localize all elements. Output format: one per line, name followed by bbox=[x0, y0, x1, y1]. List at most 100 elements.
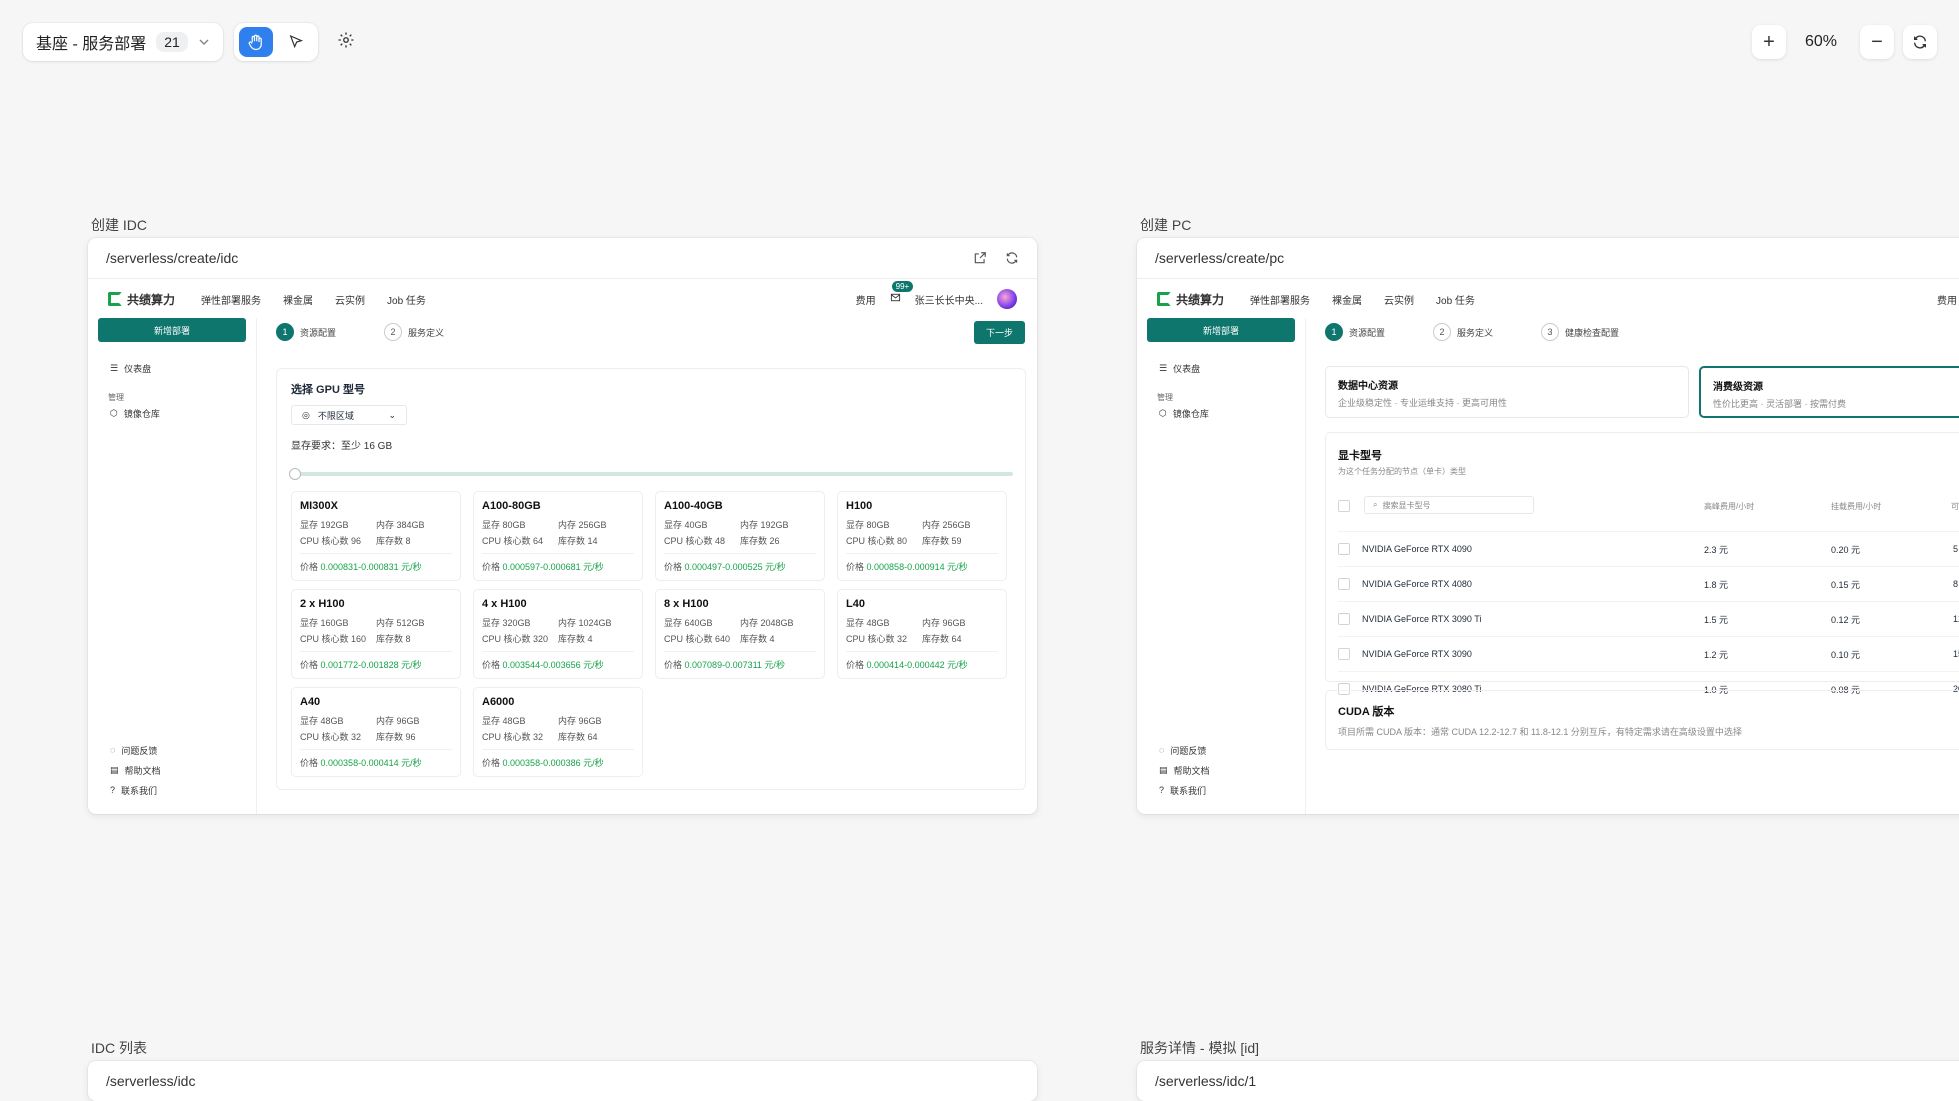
nav-elastic[interactable]: 弹性部署服务 bbox=[1250, 292, 1310, 307]
gpu-cpu: CPU 核心数 32 bbox=[482, 732, 544, 742]
new-deploy-button[interactable]: 新增部署 bbox=[1147, 318, 1295, 342]
table-row[interactable]: NVIDIA GeForce RTX 3090 Ti 1.5 元 0.12 元 12 bbox=[1338, 601, 1959, 636]
table-row[interactable]: NVIDIA GeForce RTX 4090 2.3 元 0.20 元 5 bbox=[1338, 531, 1959, 566]
brand-logo[interactable]: 共绩算力 bbox=[108, 291, 175, 308]
resource-option-datacenter[interactable]: 数据中心资源 企业级稳定性 · 专业运维支持 · 更高可用性 bbox=[1325, 366, 1689, 418]
gpu-card[interactable]: 4 x H100 显存 320GB 内存 1024GB CPU 核心数 320 库存… bbox=[473, 589, 643, 679]
slider-handle[interactable] bbox=[289, 468, 301, 480]
sidebar-item-contact[interactable]: ? 联系我们 bbox=[88, 780, 256, 800]
gpu-card[interactable]: H100 显存 80GB 内存 256GB CPU 核心数 80 库存数 59 价格… bbox=[837, 491, 1007, 581]
frame-label-pc: 创建 PC bbox=[1140, 217, 1192, 233]
step-2[interactable]: 2 服务定义 bbox=[1433, 323, 1493, 341]
memory-requirement: 显存要求：至少 16 GB bbox=[291, 441, 393, 452]
price-label: 价格 bbox=[664, 562, 683, 572]
nav-baremetal[interactable]: 裸金属 bbox=[283, 292, 313, 307]
user-name[interactable]: 张三长长中央... bbox=[915, 292, 983, 307]
nav-baremetal[interactable]: 裸金属 bbox=[1332, 292, 1362, 307]
memory-slider[interactable] bbox=[289, 468, 1013, 480]
gpu-table: NVIDIA GeForce RTX 4090 2.3 元 0.20 元 5 NVID… bbox=[1338, 531, 1959, 706]
row-checkbox[interactable] bbox=[1338, 543, 1350, 555]
gpu-ram: 内存 256GB bbox=[922, 520, 971, 530]
step-3[interactable]: 3 健康检查配置 bbox=[1541, 323, 1619, 341]
row-checkbox[interactable] bbox=[1338, 648, 1350, 660]
zoom-in-button[interactable]: + bbox=[1752, 25, 1786, 59]
fee-link[interactable]: 费用 bbox=[856, 292, 876, 307]
select-all-checkbox[interactable] bbox=[1338, 500, 1350, 512]
stepper: 1 资源配置 2 服务定义 3 健康检查配置 bbox=[1325, 320, 1959, 344]
step-1[interactable]: 1 资源配置 bbox=[276, 323, 336, 341]
external-link-icon[interactable] bbox=[973, 251, 987, 265]
notification-badge: 99+ bbox=[891, 281, 914, 292]
sidebar-item-contact[interactable]: ? 联系我们 bbox=[1137, 780, 1305, 800]
table-row[interactable]: NVIDIA GeForce RTX 3090 1.2 元 0.10 元 15 bbox=[1338, 636, 1959, 671]
app-header: 共绩算力 弹性部署服务 裸金属 云实例 Job 任务 费用 bbox=[1137, 279, 1959, 319]
row-checkbox[interactable] bbox=[1338, 613, 1350, 625]
gpu-search-input[interactable]: ⌕ 搜索显卡型号 bbox=[1364, 496, 1534, 514]
sidebar-item-label: 联系我们 bbox=[121, 785, 158, 796]
table-row[interactable]: NVIDIA GeForce RTX 4080 1.8 元 0.15 元 8 bbox=[1338, 566, 1959, 601]
region-select[interactable]: ◎ 不限区域 ⌄ bbox=[291, 405, 407, 425]
peak-price: 2.3 元 bbox=[1704, 544, 1729, 555]
hand-tool-button[interactable] bbox=[239, 27, 273, 57]
gpu-card[interactable]: L40 显存 48GB 内存 96GB CPU 核心数 32 库存数 64 价格 0… bbox=[837, 589, 1007, 679]
step-number: 1 bbox=[1325, 323, 1343, 341]
sidebar-item-docs[interactable]: ▤ 帮助文档 bbox=[88, 760, 256, 780]
refresh-icon[interactable] bbox=[1005, 251, 1019, 265]
nav-cloud[interactable]: 云实例 bbox=[1384, 292, 1414, 307]
frame-service-detail[interactable]: /serverless/idc/1 bbox=[1137, 1061, 1959, 1101]
brand-logo[interactable]: 共绩算力 bbox=[1157, 291, 1224, 308]
step-2[interactable]: 2 服务定义 bbox=[384, 323, 444, 341]
sidebar-item-feedback[interactable]: ◌ 问题反馈 bbox=[88, 740, 256, 760]
gpu-vram: 显存 160GB bbox=[300, 618, 349, 628]
section-desc: 项目所需 CUDA 版本：通常 CUDA 12.2-12.7 和 11.8-12… bbox=[1338, 727, 1742, 737]
gpu-card[interactable]: A100-40GB 显存 40GB 内存 192GB CPU 核心数 48 库存数 … bbox=[655, 491, 825, 581]
idle-price: 0.10 元 bbox=[1831, 649, 1861, 660]
gpu-vram: 显存 80GB bbox=[846, 520, 890, 530]
select-tool-button[interactable] bbox=[279, 27, 313, 57]
refresh-button[interactable] bbox=[1903, 25, 1937, 59]
workspace-selector[interactable]: 基座 - 服务部署 21 bbox=[23, 23, 223, 61]
nav-cloud[interactable]: 云实例 bbox=[335, 292, 365, 307]
gpu-card[interactable]: MI300X 显存 192GB 内存 384GB CPU 核心数 96 库存数 8 … bbox=[291, 491, 461, 581]
plus-icon: + bbox=[1763, 30, 1775, 53]
gpu-vram: 显存 320GB bbox=[482, 618, 531, 628]
box-icon: ⬡ bbox=[110, 407, 118, 418]
nav-job[interactable]: Job 任务 bbox=[387, 292, 426, 307]
sidebar-item-docs[interactable]: ▤ 帮助文档 bbox=[1137, 760, 1305, 780]
column-header: 挂载费用/小时 bbox=[1831, 502, 1882, 511]
gpu-stock: 库存数 64 bbox=[558, 732, 598, 742]
sidebar-item-image-repo[interactable]: ⬡ 镜像仓库 bbox=[1137, 403, 1305, 423]
nav-elastic[interactable]: 弹性部署服务 bbox=[201, 292, 261, 307]
idle-price: 0.20 元 bbox=[1831, 544, 1861, 555]
frame-idc-list[interactable]: /serverless/idc bbox=[88, 1061, 1037, 1101]
new-deploy-button[interactable]: 新增部署 bbox=[98, 318, 246, 342]
nav-job[interactable]: Job 任务 bbox=[1436, 292, 1475, 307]
sidebar-item-feedback[interactable]: ◌ 问题反馈 bbox=[1137, 740, 1305, 760]
gpu-card[interactable]: 8 x H100 显存 640GB 内存 2048GB CPU 核心数 640 库存… bbox=[655, 589, 825, 679]
frame-create-pc[interactable]: /serverless/create/pc 共绩算力 弹性部署服务 裸金属 云实… bbox=[1137, 238, 1959, 814]
gpu-card[interactable]: A40 显存 48GB 内存 96GB CPU 核心数 32 库存数 96 价格 0… bbox=[291, 687, 461, 777]
step-number: 3 bbox=[1541, 323, 1560, 341]
zoom-out-button[interactable]: − bbox=[1860, 25, 1894, 59]
gpu-card[interactable]: A100-80GB 显存 80GB 内存 256GB CPU 核心数 64 库存数 … bbox=[473, 491, 643, 581]
sidebar-item-label: 镜像仓库 bbox=[1172, 408, 1209, 419]
gpu-card[interactable]: 2 x H100 显存 160GB 内存 512GB CPU 核心数 160 库存数… bbox=[291, 589, 461, 679]
notification-button[interactable]: 99+ bbox=[890, 281, 914, 306]
idle-price: 0.12 元 bbox=[1831, 614, 1861, 625]
sidebar-item-dashboard[interactable]: ☰ 仪表盘 bbox=[88, 358, 256, 378]
step-1[interactable]: 1 资源配置 bbox=[1325, 323, 1385, 341]
brand-name: 共绩算力 bbox=[1176, 292, 1225, 307]
sidebar-item-label: 问题反馈 bbox=[121, 745, 158, 756]
avatar[interactable] bbox=[997, 289, 1017, 309]
frame-create-idc[interactable]: /serverless/create/idc 共绩算力 弹性部署服务 裸金属 云… bbox=[88, 238, 1037, 814]
gpu-card[interactable]: A6000 显存 48GB 内存 96GB CPU 核心数 32 库存数 64 价格… bbox=[473, 687, 643, 777]
section-title: 显卡型号 bbox=[1338, 450, 1382, 462]
fee-link[interactable]: 费用 bbox=[1937, 292, 1957, 307]
resource-option-consumer[interactable]: 消费级资源 性价比更高 · 灵活部署 · 按需付费 bbox=[1699, 366, 1959, 418]
sidebar-item-dashboard[interactable]: ☰ 仪表盘 bbox=[1137, 358, 1305, 378]
sidebar-item-label: 帮助文档 bbox=[1173, 765, 1210, 776]
row-checkbox[interactable] bbox=[1338, 578, 1350, 590]
next-step-button[interactable]: 下一步 bbox=[973, 320, 1025, 344]
sidebar-item-image-repo[interactable]: ⬡ 镜像仓库 bbox=[88, 403, 256, 423]
settings-button[interactable] bbox=[337, 31, 355, 54]
